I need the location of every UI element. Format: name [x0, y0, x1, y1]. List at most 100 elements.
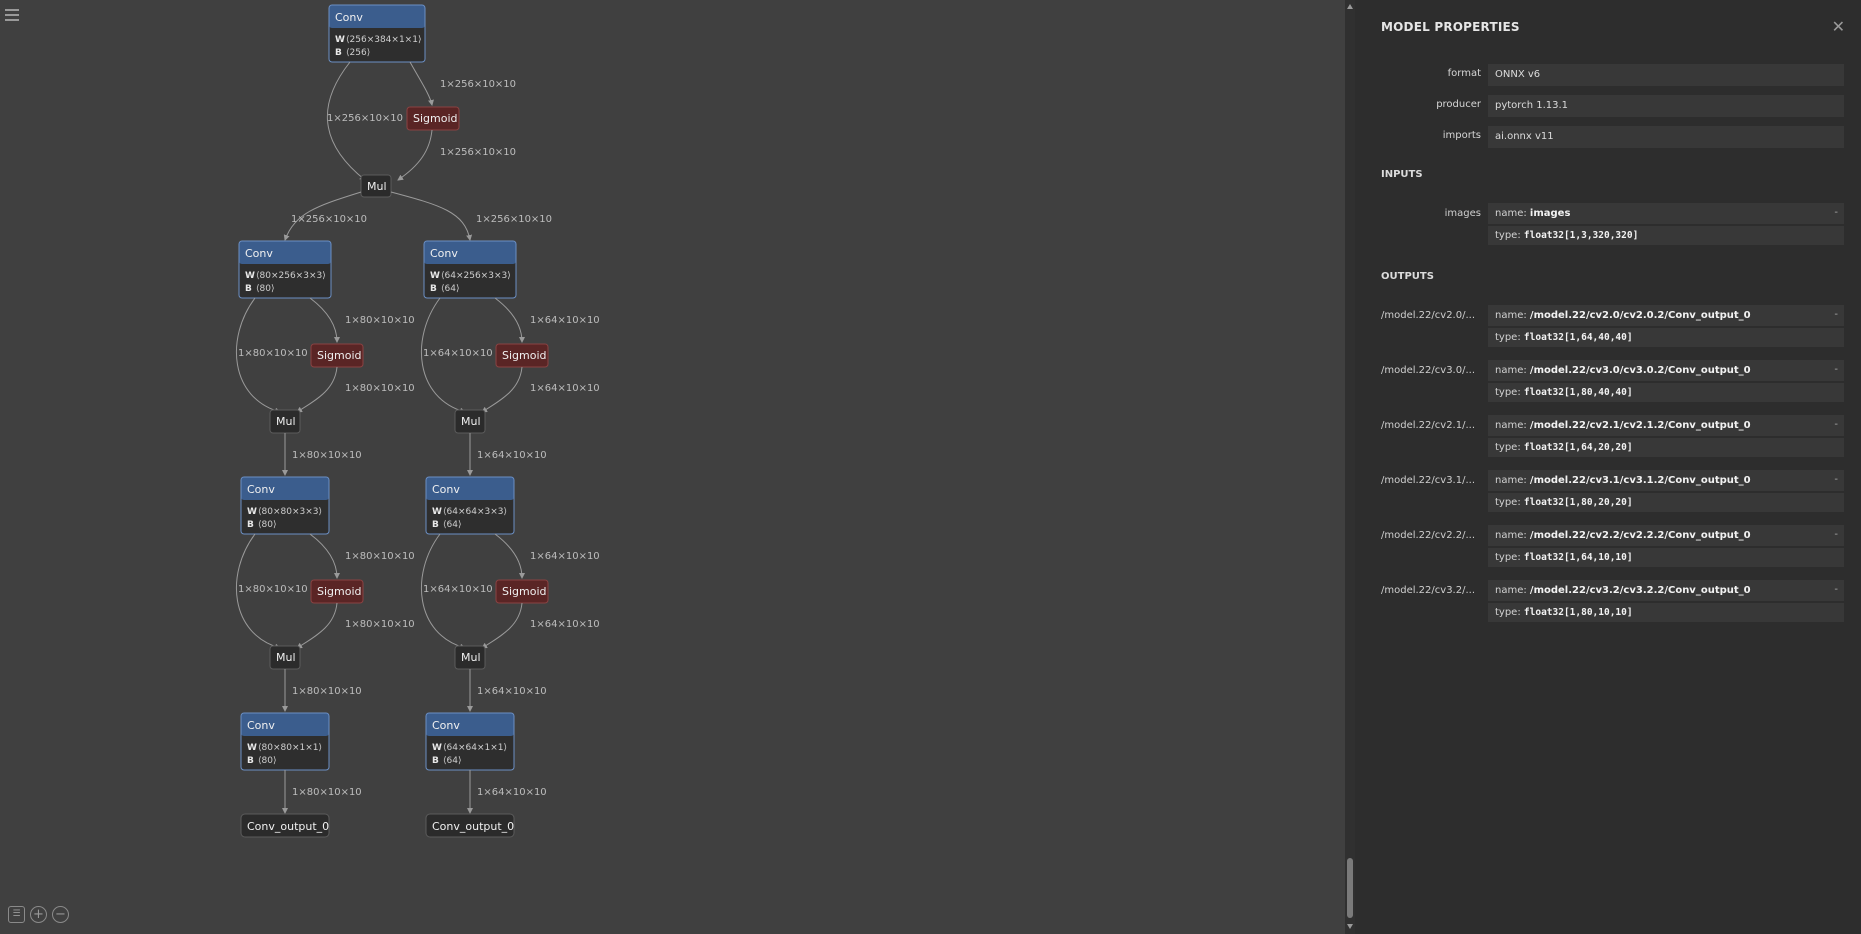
- bias-key: B: [432, 756, 439, 766]
- weight-key: W: [430, 271, 440, 281]
- top-sigmoid-node[interactable]: Sigmoid: [406, 106, 460, 131]
- output-name-line: name: /model.22/cv3.0/cv3.0.2/Conv_outpu…: [1495, 365, 1751, 376]
- weight-shape: ⟨80×80×1×1⟩: [258, 743, 322, 753]
- node-title: Conv_output_0: [432, 820, 514, 833]
- node-title: Sigmoid: [502, 349, 547, 362]
- expand-toggle[interactable]: -: [1834, 207, 1838, 218]
- edge: [309, 297, 340, 343]
- weight-shape: ⟨80×256×3×3⟩: [256, 271, 326, 281]
- output-item: /model.22/cv3.1/... name: /model.22/cv3.…: [1381, 470, 1846, 512]
- conv-node[interactable]: Conv W ⟨64×64×1×1⟩ B ⟨64⟩: [425, 712, 515, 771]
- mul-node[interactable]: Mul: [454, 409, 486, 434]
- input-type: float32[1,3,320,320]: [1523, 230, 1639, 241]
- edge: [296, 366, 338, 413]
- conv-node[interactable]: Conv W ⟨64×256×3×3⟩ B ⟨64⟩: [423, 240, 517, 299]
- mul-node[interactable]: Mul: [269, 645, 301, 670]
- output-box[interactable]: name: /model.22/cv2.0/cv2.0.2/Conv_outpu…: [1488, 305, 1844, 347]
- output-box[interactable]: name: /model.22/cv2.1/cv2.1.2/Conv_outpu…: [1488, 415, 1844, 457]
- name-label: name:: [1495, 585, 1527, 596]
- top-mul-node[interactable]: Mul: [360, 174, 392, 198]
- zoom-in-icon[interactable]: +: [30, 906, 47, 923]
- edge-label: 1×64×10×10: [477, 450, 547, 461]
- conv-node[interactable]: Conv W ⟨80×256×3×3⟩ B ⟨80⟩: [238, 240, 332, 299]
- vertical-scrollbar[interactable]: [1345, 0, 1355, 934]
- close-icon[interactable]: ✕: [1832, 17, 1845, 36]
- bias-key: B: [247, 756, 254, 766]
- panel-title: MODEL PROPERTIES: [1381, 20, 1520, 34]
- sigmoid-node[interactable]: Sigmoid: [495, 343, 549, 368]
- node-title: Mul: [461, 651, 481, 664]
- sigmoid-node[interactable]: Sigmoid: [310, 343, 364, 368]
- node-title: Sigmoid: [413, 112, 458, 125]
- expand-toggle[interactable]: -: [1834, 419, 1838, 430]
- left-branch: ConvW ⟨80×256×3×3⟩B ⟨80⟩1×80×10×101×80×10×…: [235, 240, 415, 838]
- name-label: name:: [1495, 530, 1527, 541]
- weight-shape: ⟨80×80×3×3⟩: [258, 507, 322, 517]
- type-label: type:: [1495, 442, 1521, 453]
- mul-node[interactable]: Mul: [269, 409, 301, 434]
- fit-icon[interactable]: ☰: [8, 906, 25, 923]
- bias-key: B: [245, 284, 252, 294]
- scroll-down-icon[interactable]: [1347, 924, 1353, 929]
- weight-key: W: [247, 507, 257, 517]
- output-type-line: type: float32[1,80,20,20]: [1495, 497, 1633, 508]
- property-value[interactable]: ONNX v6: [1488, 64, 1844, 86]
- edge-label: 1×64×10×10: [530, 315, 600, 326]
- output-box[interactable]: name: /model.22/cv3.1/cv3.1.2/Conv_outpu…: [1488, 470, 1844, 512]
- name-label: name:: [1495, 420, 1527, 431]
- input-item-images: images name: images type: float32[1,3,32…: [1381, 203, 1846, 245]
- edge-label: 1×80×10×10: [292, 450, 362, 461]
- bias-shape: ⟨64⟩: [441, 284, 459, 294]
- mul-node[interactable]: Mul: [454, 645, 486, 670]
- expand-toggle[interactable]: -: [1834, 309, 1838, 320]
- top-conv-node[interactable]: Conv W ⟨256×384×1×1⟩ B ⟨256⟩: [328, 4, 426, 63]
- scroll-thumb[interactable]: [1347, 858, 1353, 918]
- edge-label: 1×256×10×10: [476, 214, 552, 225]
- node-title: Conv: [247, 719, 275, 732]
- expand-toggle[interactable]: -: [1834, 474, 1838, 485]
- edge: [494, 297, 525, 343]
- graph-svg[interactable]: Conv W ⟨256×384×1×1⟩ B ⟨256⟩ 1×256×10×10…: [0, 0, 1345, 934]
- conv-node[interactable]: Conv W ⟨64×64×3×3⟩ B ⟨64⟩: [425, 476, 515, 535]
- property-value[interactable]: ai.onnx v11: [1488, 126, 1844, 148]
- bias-key: B: [432, 520, 439, 530]
- output-name-line: name: /model.22/cv3.1/cv3.1.2/Conv_outpu…: [1495, 475, 1751, 486]
- output-name: /model.22/cv2.0/cv2.0.2/Conv_output_0: [1529, 310, 1751, 321]
- graph-canvas[interactable]: Conv W ⟨256×384×1×1⟩ B ⟨256⟩ 1×256×10×10…: [0, 0, 1345, 934]
- edge-label: 1×80×10×10: [238, 348, 308, 359]
- expand-toggle[interactable]: -: [1834, 584, 1838, 595]
- output-box[interactable]: name: /model.22/cv2.2/cv2.2.2/Conv_outpu…: [1488, 525, 1844, 567]
- output-box[interactable]: name: /model.22/cv3.2/cv3.2.2/Conv_outpu…: [1488, 580, 1844, 622]
- bias-key: B: [247, 520, 254, 530]
- divider: [1488, 436, 1844, 438]
- output-box[interactable]: name: /model.22/cv3.0/cv3.0.2/Conv_outpu…: [1488, 360, 1844, 402]
- edge: [481, 602, 523, 649]
- zoom-controls: ☰ + −: [8, 906, 69, 923]
- bias-shape: ⟨64⟩: [443, 756, 461, 766]
- conv-node[interactable]: Conv W ⟨80×80×1×1⟩ B ⟨80⟩: [240, 712, 330, 771]
- weight-shape: ⟨64×64×1×1⟩: [443, 743, 507, 753]
- model-properties-panel: MODEL PROPERTIES ✕ format ONNX v6 produc…: [1355, 0, 1861, 934]
- sigmoid-node[interactable]: Sigmoid: [495, 579, 549, 604]
- expand-toggle[interactable]: -: [1834, 529, 1838, 540]
- sigmoid-node[interactable]: Sigmoid: [310, 579, 364, 604]
- edge-label: 1×64×10×10: [423, 348, 493, 359]
- output-item: /model.22/cv2.0/... name: /model.22/cv2.…: [1381, 305, 1846, 347]
- input-key: images: [1444, 208, 1481, 219]
- hamburger-icon[interactable]: [5, 9, 19, 23]
- weight-key: W: [245, 271, 255, 281]
- output-node[interactable]: Conv_output_0: [240, 813, 330, 838]
- input-box[interactable]: name: images type: float32[1,3,320,320] …: [1488, 203, 1844, 245]
- property-value[interactable]: pytorch 1.13.1: [1488, 95, 1844, 117]
- conv-node[interactable]: Conv W ⟨80×80×3×3⟩ B ⟨80⟩: [240, 476, 330, 535]
- scroll-up-icon[interactable]: [1347, 4, 1353, 9]
- zoom-out-icon[interactable]: −: [52, 906, 69, 923]
- divider: [1488, 546, 1844, 548]
- property-key: format: [1447, 68, 1481, 79]
- output-node[interactable]: Conv_output_0: [425, 813, 515, 838]
- weight-shape: ⟨64×64×3×3⟩: [443, 507, 507, 517]
- edge: [409, 61, 434, 106]
- node-title: Mul: [367, 180, 387, 193]
- expand-toggle[interactable]: -: [1834, 364, 1838, 375]
- node-title: Mul: [461, 415, 481, 428]
